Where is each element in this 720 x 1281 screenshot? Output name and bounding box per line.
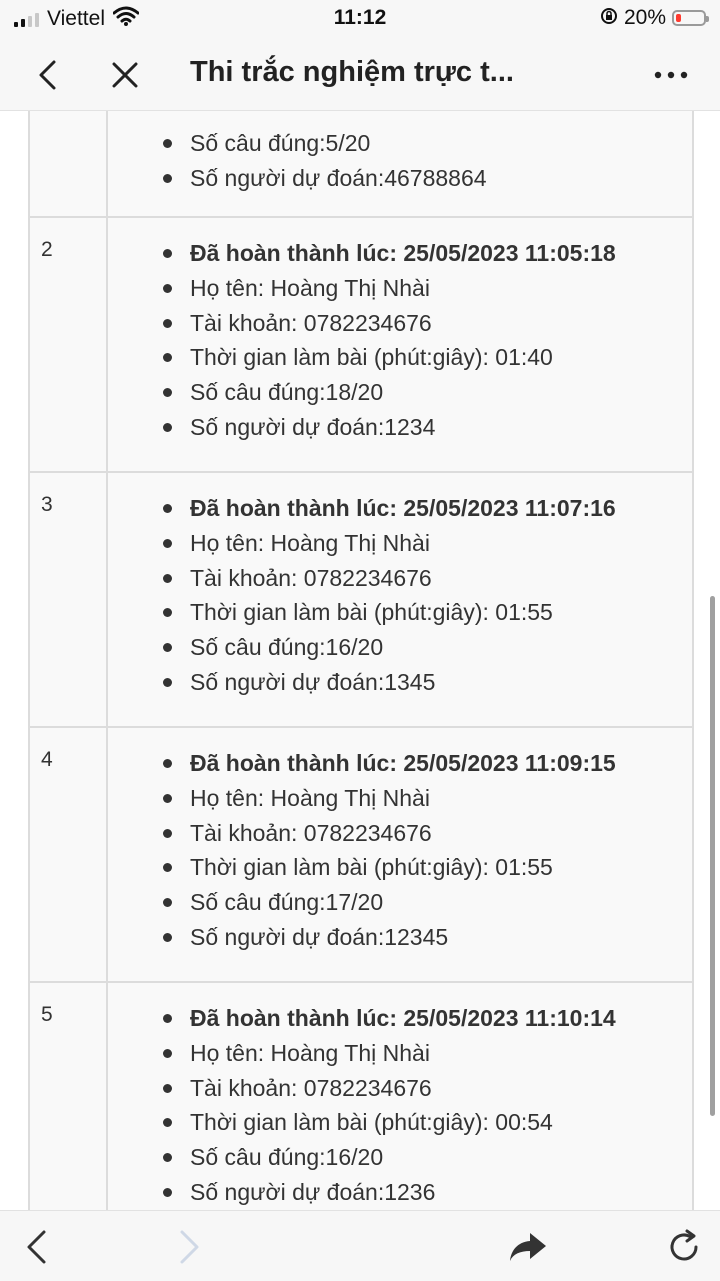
signal-icon <box>14 11 39 27</box>
table-row: 4 Đã hoàn thành lúc: 25/05/2023 11:09:15… <box>30 726 692 981</box>
browser-toolbar <box>0 1210 720 1281</box>
predicted-count: Số người dự đoán:1345 <box>108 665 692 700</box>
status-right: 20% <box>600 6 709 30</box>
row-details: Đã hoàn thành lúc: 25/05/2023 11:10:14 H… <box>108 983 692 1210</box>
back-arrow-icon[interactable] <box>12 1223 60 1271</box>
account: Tài khoản: 0782234676 <box>108 816 692 851</box>
duration: Thời gian làm bài (phút:giây): 00:54 <box>108 1105 692 1140</box>
correct-answers: Số câu đúng:18/20 <box>108 375 692 410</box>
more-icon[interactable] <box>648 52 694 98</box>
share-icon[interactable] <box>504 1223 552 1271</box>
predicted-count: Số người dự đoán:1234 <box>108 410 692 445</box>
predicted-count: Số người dự đoán:12345 <box>108 920 692 955</box>
carrier-name: Viettel <box>47 6 105 30</box>
back-icon[interactable] <box>24 52 70 98</box>
duration: Thời gian làm bài (phút:giây): 01:40 <box>108 340 692 375</box>
row-details: Đã hoàn thành lúc: 25/05/2023 11:05:18 H… <box>108 218 692 471</box>
correct-answers: Số câu đúng:17/20 <box>108 885 692 920</box>
account: Tài khoản: 0782234676 <box>108 1071 692 1106</box>
account: Tài khoản: 0782234676 <box>108 561 692 596</box>
predicted-count: Số người dự đoán:1236 <box>108 1175 692 1210</box>
forward-arrow-icon[interactable] <box>166 1223 214 1271</box>
table-row: Số câu đúng:5/20 Số người dự đoán:467888… <box>30 111 692 216</box>
reload-icon[interactable] <box>660 1223 708 1271</box>
rotation-lock-icon <box>600 7 618 30</box>
correct-answers: Số câu đúng:16/20 <box>108 1140 692 1175</box>
battery-percent: 20% <box>623 6 666 29</box>
page-title: Thi trắc nghiệm trực t... <box>190 56 514 88</box>
scrollbar[interactable] <box>710 596 715 1116</box>
full-name: Họ tên: Hoàng Thị Nhài <box>108 526 692 561</box>
status-left: Viettel <box>14 6 140 31</box>
row-details: Đã hoàn thành lúc: 25/05/2023 11:09:15 H… <box>108 728 692 981</box>
full-name: Họ tên: Hoàng Thị Nhài <box>108 1036 692 1071</box>
battery-icon <box>672 10 709 26</box>
table-row: 2 Đã hoàn thành lúc: 25/05/2023 11:05:18… <box>30 216 692 471</box>
row-number: 4 <box>30 728 108 981</box>
row-number <box>30 111 108 216</box>
results-content[interactable]: Số câu đúng:5/20 Số người dự đoán:467888… <box>0 111 720 1210</box>
close-icon[interactable] <box>102 52 148 98</box>
wifi-icon <box>112 6 140 31</box>
duration: Thời gian làm bài (phút:giây): 01:55 <box>108 850 692 885</box>
completed-at: Đã hoàn thành lúc: 25/05/2023 11:10:14 <box>108 1001 692 1036</box>
row-number: 3 <box>30 473 108 726</box>
completed-at: Đã hoàn thành lúc: 25/05/2023 11:07:16 <box>108 491 692 526</box>
row-details: Số câu đúng:5/20 Số người dự đoán:467888… <box>108 111 692 216</box>
table-row: 3 Đã hoàn thành lúc: 25/05/2023 11:07:16… <box>30 471 692 726</box>
navigation-bar: Thi trắc nghiệm trực t... <box>0 40 720 111</box>
completed-at: Đã hoàn thành lúc: 25/05/2023 11:09:15 <box>108 746 692 781</box>
correct-answers: Số câu đúng:16/20 <box>108 630 692 665</box>
row-number: 5 <box>30 983 108 1210</box>
account: Tài khoản: 0782234676 <box>108 306 692 341</box>
duration: Thời gian làm bài (phút:giây): 01:55 <box>108 595 692 630</box>
results-table: Số câu đúng:5/20 Số người dự đoán:467888… <box>28 111 694 1210</box>
battery-level <box>676 14 681 22</box>
predicted-count: Số người dự đoán:46788864 <box>108 161 692 196</box>
completed-at: Đã hoàn thành lúc: 25/05/2023 11:05:18 <box>108 236 692 271</box>
status-bar: Viettel 11:12 20% <box>0 0 720 40</box>
row-number: 2 <box>30 218 108 471</box>
correct-answers: Số câu đúng:5/20 <box>108 126 692 161</box>
table-row: 5 Đã hoàn thành lúc: 25/05/2023 11:10:14… <box>30 981 692 1210</box>
row-details: Đã hoàn thành lúc: 25/05/2023 11:07:16 H… <box>108 473 692 726</box>
full-name: Họ tên: Hoàng Thị Nhài <box>108 781 692 816</box>
full-name: Họ tên: Hoàng Thị Nhài <box>108 271 692 306</box>
